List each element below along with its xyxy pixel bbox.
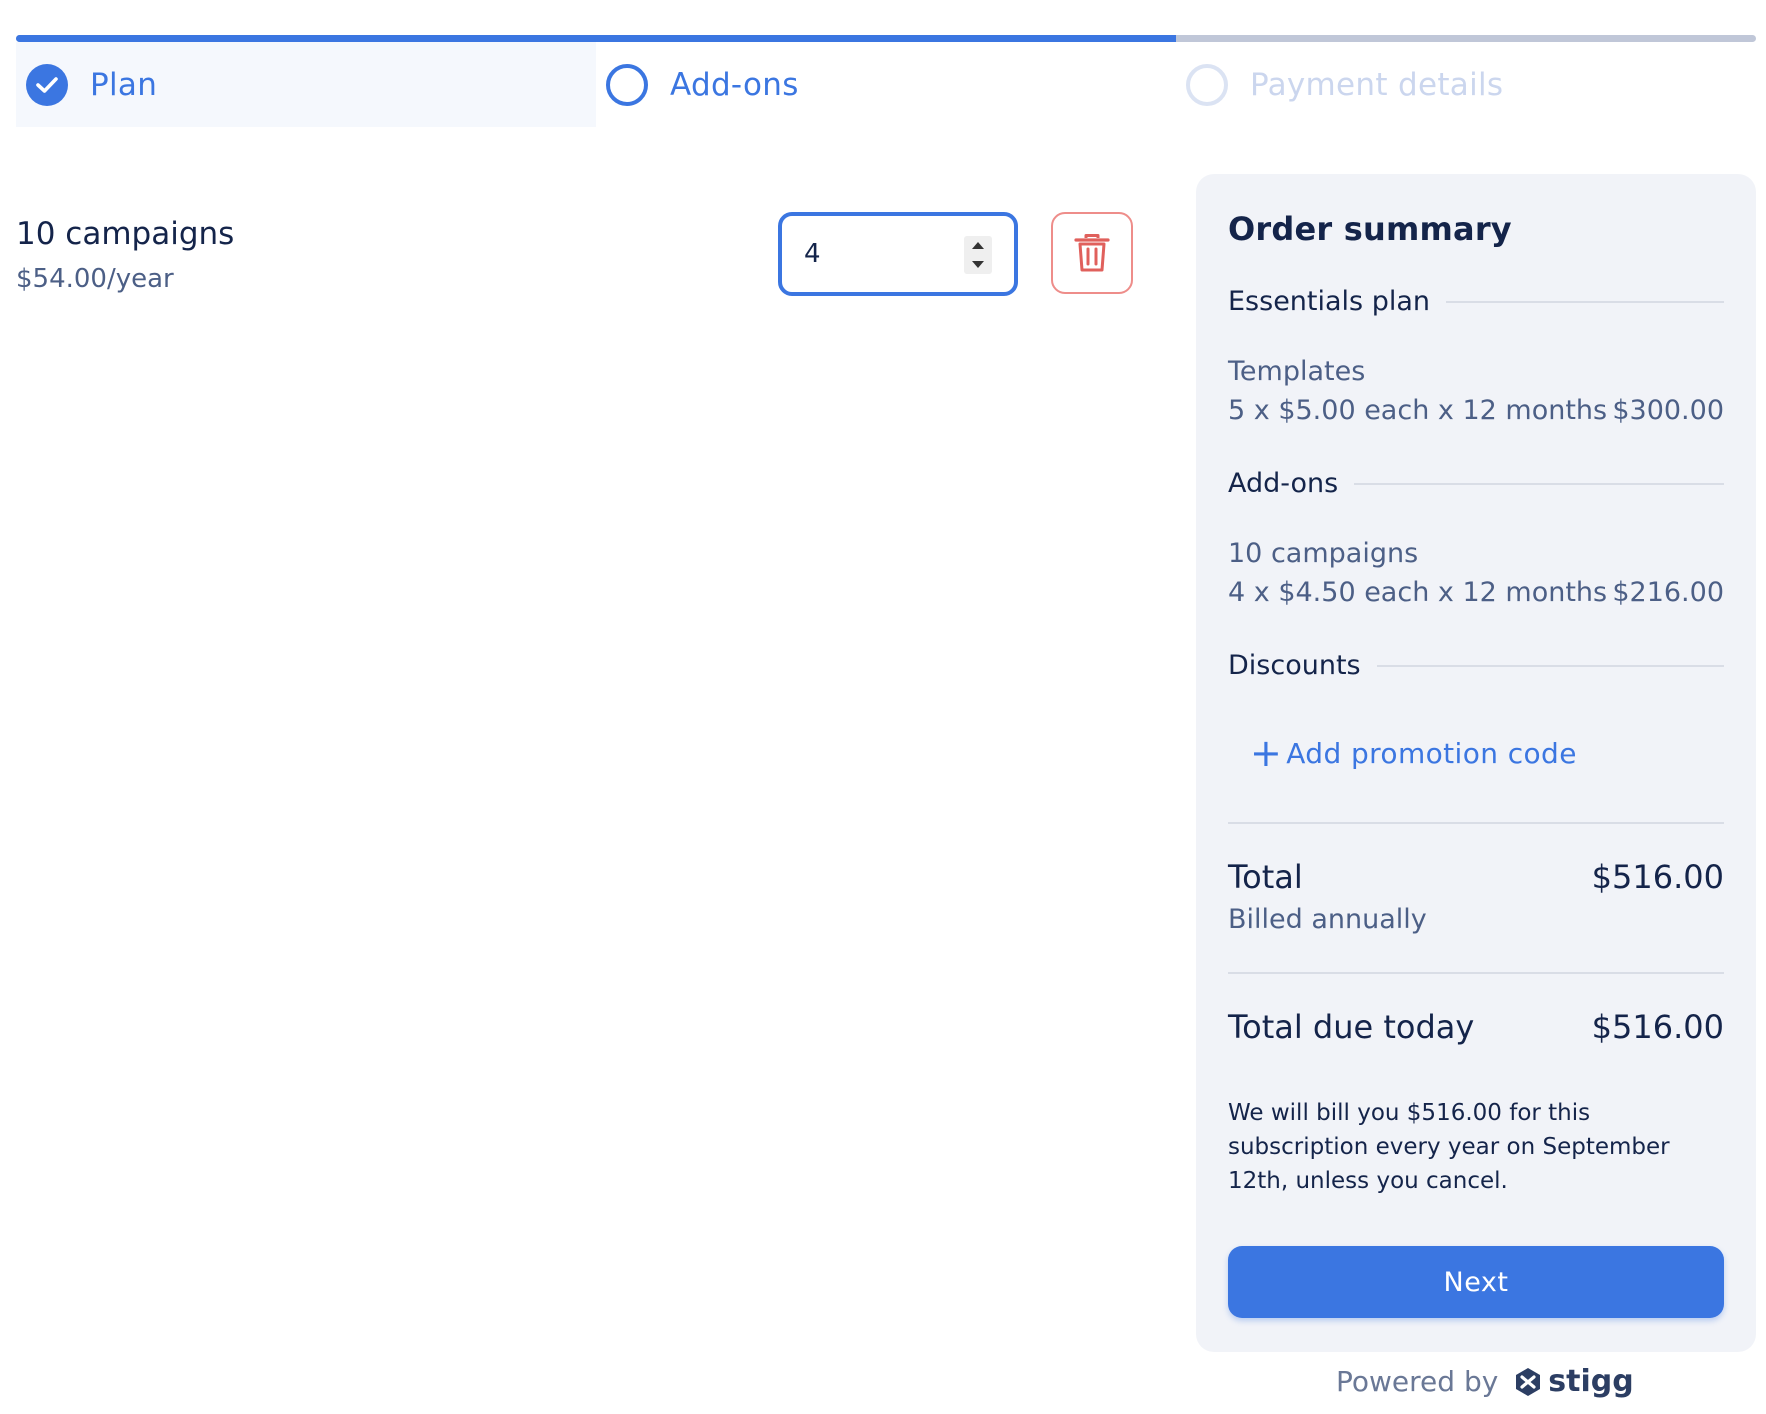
circle-icon <box>1186 63 1228 106</box>
billing-note: We will bill you $516.00 for this subscr… <box>1228 1100 1670 1194</box>
summary-divider <box>1228 972 1724 974</box>
plan-item-line: 5 x $5.00 each x 12 months $300.00 <box>1228 395 1724 426</box>
discounts-section-label: Discounts <box>1228 650 1361 681</box>
step-addons[interactable]: Add-ons <box>596 42 1176 127</box>
addon-name: 10 campaigns <box>16 216 235 252</box>
section-divider <box>1446 300 1724 303</box>
step-payment-details: Payment details <box>1176 42 1756 127</box>
add-promotion-code-label: Add promotion code <box>1286 736 1577 770</box>
summary-divider <box>1228 822 1724 824</box>
addons-section-header: Add-ons <box>1228 468 1724 499</box>
step-payment-label: Payment details <box>1250 66 1504 103</box>
total-row: Total $516.00 <box>1228 858 1724 896</box>
step-plan-label: Plan <box>90 66 158 103</box>
section-divider <box>1376 664 1724 667</box>
addon-item-amount: $216.00 <box>1612 577 1724 608</box>
total-due-today-amount: $516.00 <box>1591 1008 1724 1046</box>
quantity-input[interactable]: 4 <box>778 212 1018 296</box>
powered-by[interactable]: Powered by stigg <box>1336 1364 1634 1399</box>
plan-section-header: Essentials plan <box>1228 286 1724 317</box>
addon-item-line: 4 x $4.50 each x 12 months $216.00 <box>1228 577 1724 608</box>
plan-section-label: Essentials plan <box>1228 286 1430 317</box>
step-addons-label: Add-ons <box>670 66 799 103</box>
stigg-logo-icon <box>1516 1367 1541 1396</box>
plan-item-amount: $300.00 <box>1612 395 1724 426</box>
decrement-arrow-icon[interactable] <box>972 261 984 268</box>
quantity-stepper[interactable] <box>964 236 992 274</box>
increment-arrow-icon[interactable] <box>972 242 984 249</box>
next-button[interactable]: Next <box>1228 1246 1724 1318</box>
total-amount: $516.00 <box>1591 858 1724 896</box>
section-divider <box>1354 482 1724 485</box>
billing-period: Billed annually <box>1228 904 1427 935</box>
quantity-value: 4 <box>804 239 821 269</box>
check-circle-icon <box>26 63 68 106</box>
circle-icon <box>606 63 648 106</box>
addon-item-detail: 4 x $4.50 each x 12 months <box>1228 577 1608 608</box>
total-label: Total <box>1228 858 1303 896</box>
plan-item-name: Templates <box>1228 356 1366 387</box>
plus-icon: + <box>1250 731 1283 775</box>
plan-item-detail: 5 x $5.00 each x 12 months <box>1228 395 1608 426</box>
addon-item-name: 10 campaigns <box>1228 538 1419 569</box>
order-summary-title: Order summary <box>1228 210 1512 248</box>
total-due-today-label: Total due today <box>1228 1008 1475 1046</box>
powered-by-label: Powered by <box>1336 1365 1499 1398</box>
delete-addon-button[interactable] <box>1051 212 1133 294</box>
addons-section-label: Add-ons <box>1228 468 1339 499</box>
stepper-progress-bar <box>16 35 1756 42</box>
discounts-section-header: Discounts <box>1228 650 1724 681</box>
addon-price: $54.00/year <box>16 264 174 294</box>
add-promotion-code-button[interactable]: + Add promotion code <box>1250 734 1577 772</box>
stepper-progress-fill <box>16 35 1177 42</box>
step-plan[interactable]: Plan <box>16 42 596 127</box>
stigg-brand: stigg <box>1548 1364 1634 1399</box>
total-due-today-row: Total due today $516.00 <box>1228 1008 1724 1046</box>
trash-icon <box>1074 234 1110 272</box>
order-summary-card: Order summary Essentials plan Templates … <box>1196 174 1756 1352</box>
